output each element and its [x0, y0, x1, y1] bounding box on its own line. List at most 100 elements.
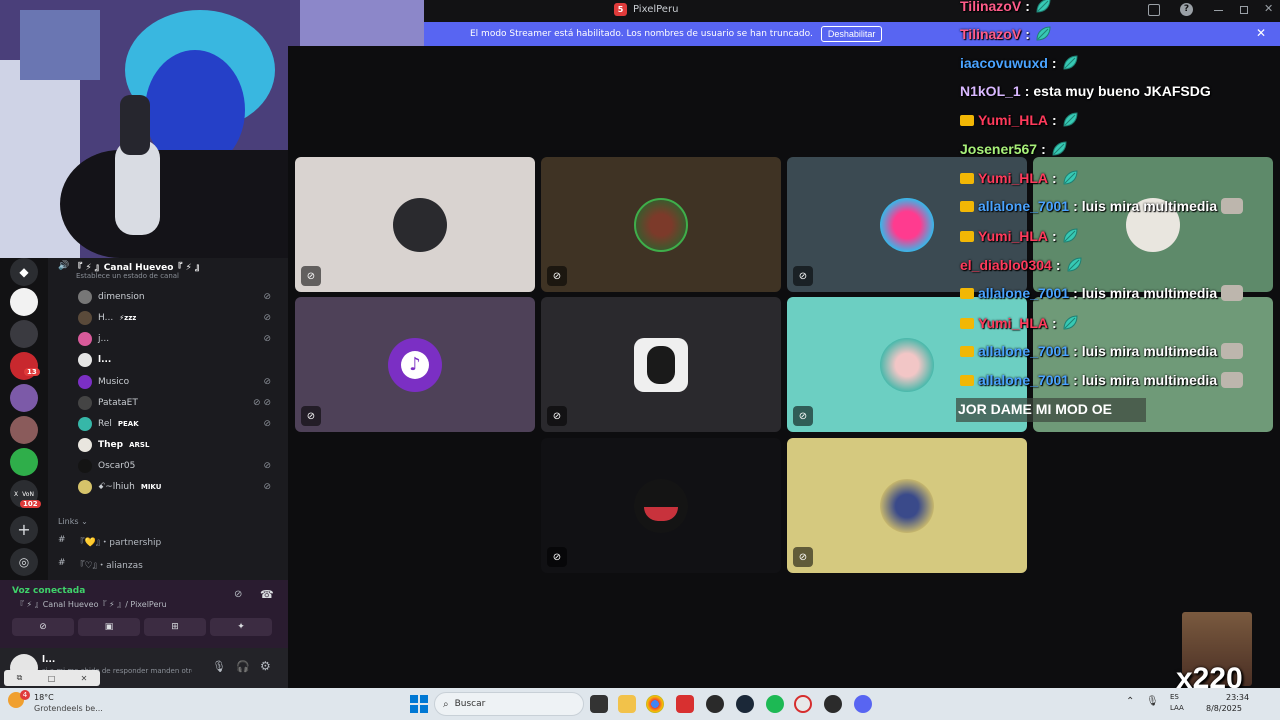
- server-icon[interactable]: [10, 288, 38, 316]
- chat-separator: :: [1025, 0, 1030, 14]
- discover-icon[interactable]: ◎: [10, 548, 38, 576]
- chat-text: luis mira multimedia: [1081, 343, 1218, 359]
- mini-window-controls[interactable]: ⧉ □ ✕: [4, 670, 100, 686]
- participant-avatar: [880, 337, 934, 392]
- crown-badge-icon: [960, 230, 974, 242]
- search-icon: ⌕: [443, 698, 449, 710]
- deafened-icon: ⊘: [263, 292, 271, 302]
- server-icon[interactable]: [10, 416, 38, 444]
- camera-button[interactable]: ⊘: [12, 618, 74, 636]
- chat-username: allalone_7001: [978, 372, 1070, 388]
- close-icon[interactable]: ✕: [81, 674, 88, 683]
- app-icon[interactable]: [706, 695, 724, 713]
- discord-icon[interactable]: [854, 695, 872, 713]
- direct-messages-icon[interactable]: ◆: [10, 258, 38, 286]
- add-server-icon[interactable]: +: [10, 516, 38, 544]
- avatar: [78, 332, 92, 346]
- disconnect-icon[interactable]: ☎: [260, 588, 274, 601]
- close-icon[interactable]: ✕: [1256, 26, 1266, 40]
- server-icon[interactable]: [10, 448, 38, 476]
- voice-member[interactable]: Rel PEAK ⊘: [78, 415, 283, 433]
- chat-message: allalone_7001: luis mira multimedia: [960, 343, 1244, 359]
- settings-gear-icon[interactable]: ⚙: [260, 659, 271, 673]
- file-explorer-icon[interactable]: [618, 695, 636, 713]
- avatar: [78, 459, 92, 473]
- category-links[interactable]: Links ⌄: [58, 517, 88, 526]
- participant-avatar: ♪: [388, 337, 442, 392]
- voice-member[interactable]: ꗃ~lhiuh MIKU ⊘: [78, 478, 283, 496]
- avatar: [78, 290, 92, 304]
- participant-tile[interactable]: ♪ ⊘: [295, 297, 535, 432]
- avatar: [78, 438, 92, 452]
- voice-member[interactable]: j... ⊘: [78, 330, 283, 348]
- microphone-icon[interactable]: 🎙: [212, 660, 226, 673]
- participant-tile[interactable]: ⊘: [541, 438, 781, 573]
- voice-member[interactable]: Musico ⊘: [78, 373, 283, 391]
- server-icon[interactable]: [10, 384, 38, 412]
- server-icon[interactable]: [10, 320, 38, 348]
- maximize-icon[interactable]: □: [48, 674, 56, 683]
- participant-tile[interactable]: ⊘: [787, 438, 1027, 573]
- streamer-mode-message: El modo Streamer está habilitado. Los no…: [470, 29, 813, 39]
- opera-icon[interactable]: [794, 695, 812, 713]
- participant-tile[interactable]: ⊘: [295, 157, 535, 292]
- emote-icon: [1061, 169, 1079, 187]
- participant-avatar: [634, 337, 688, 392]
- muted-icon: ⊘: [547, 406, 567, 426]
- chat-username: N1kOL_1: [960, 83, 1021, 99]
- steam-icon[interactable]: [736, 695, 754, 713]
- emote-icon: [1061, 314, 1079, 332]
- participant-tile[interactable]: ⊘: [541, 157, 781, 292]
- language-code[interactable]: ES: [1170, 693, 1179, 701]
- maximize-icon[interactable]: [1240, 6, 1248, 14]
- spotify-icon[interactable]: [766, 695, 784, 713]
- avatar: [78, 375, 92, 389]
- headphones-icon[interactable]: 🎧: [236, 660, 250, 673]
- clock-date[interactable]: 8/8/2025: [1206, 704, 1242, 713]
- minimize-icon[interactable]: [1214, 10, 1223, 11]
- start-windows-icon[interactable]: [410, 695, 428, 713]
- chat-username: Yumi_HLA: [978, 315, 1049, 331]
- chat-text: luis mira multimedia: [1081, 372, 1218, 388]
- restore-icon[interactable]: ⧉: [17, 673, 23, 683]
- inbox-icon[interactable]: [1148, 4, 1160, 16]
- obs-icon[interactable]: [824, 695, 842, 713]
- clock-time[interactable]: 23:34: [1226, 693, 1249, 702]
- microphone-icon[interactable]: 🎙: [1146, 696, 1159, 707]
- deafened-icon: ⊘: [263, 482, 271, 492]
- disable-streamer-mode-button[interactable]: Deshabilitar: [820, 26, 883, 42]
- app-icon[interactable]: [676, 695, 694, 713]
- keyboard-layout[interactable]: LAA: [1170, 704, 1184, 712]
- text-channel[interactable]: # 『💛』・partnership: [58, 535, 161, 548]
- voice-member[interactable]: Thep ARSL: [78, 436, 283, 454]
- voice-member[interactable]: dimension ⊘: [78, 288, 283, 306]
- chat-separator: :: [1051, 55, 1057, 71]
- channel-status-prompt[interactable]: Establece un estado de canal: [76, 272, 179, 280]
- cat-emote-icon: [1221, 285, 1244, 301]
- chat-message: allalone_7001: luis mira multimedia: [960, 372, 1244, 388]
- activities-button[interactable]: ⊞: [144, 618, 206, 636]
- soundboard-button[interactable]: ✦: [210, 618, 272, 636]
- voice-member[interactable]: H... ⚡zzz ⊘: [78, 309, 283, 327]
- screen-share-button[interactable]: ▣: [78, 618, 140, 636]
- text-channel[interactable]: # 『♡』・alianzas: [58, 558, 143, 571]
- voice-member[interactable]: PatataET ⊘ ⊘: [78, 394, 283, 412]
- chevron-up-icon[interactable]: ⌃: [1126, 696, 1134, 707]
- deafened-icon: ⊘: [263, 419, 271, 429]
- voice-member[interactable]: Oscar05 ⊘: [78, 457, 283, 475]
- noise-suppression-icon[interactable]: ⊘: [234, 589, 242, 600]
- deafened-icon: ⊘: [547, 266, 567, 286]
- chat-message: iaacovuwuxd:: [960, 54, 1079, 72]
- chrome-icon[interactable]: [646, 695, 664, 713]
- close-window-icon[interactable]: ✕: [1264, 2, 1273, 15]
- help-icon[interactable]: ?: [1180, 3, 1193, 16]
- deafened-icon: ⊘: [547, 547, 567, 567]
- taskbar-search[interactable]: ⌕ Buscar: [434, 692, 584, 716]
- deafened-icon: ⊘: [263, 334, 271, 344]
- participant-tile[interactable]: ⊘: [541, 297, 781, 432]
- chat-username: iaacovuwuxd: [960, 55, 1048, 71]
- task-view-icon[interactable]: [590, 695, 608, 713]
- voice-member[interactable]: l...: [78, 351, 283, 369]
- avatar: [78, 353, 92, 367]
- voice-location[interactable]: 『 ⚡ 』Canal Hueveo『 ⚡ 』/ PixelPeru: [16, 599, 167, 610]
